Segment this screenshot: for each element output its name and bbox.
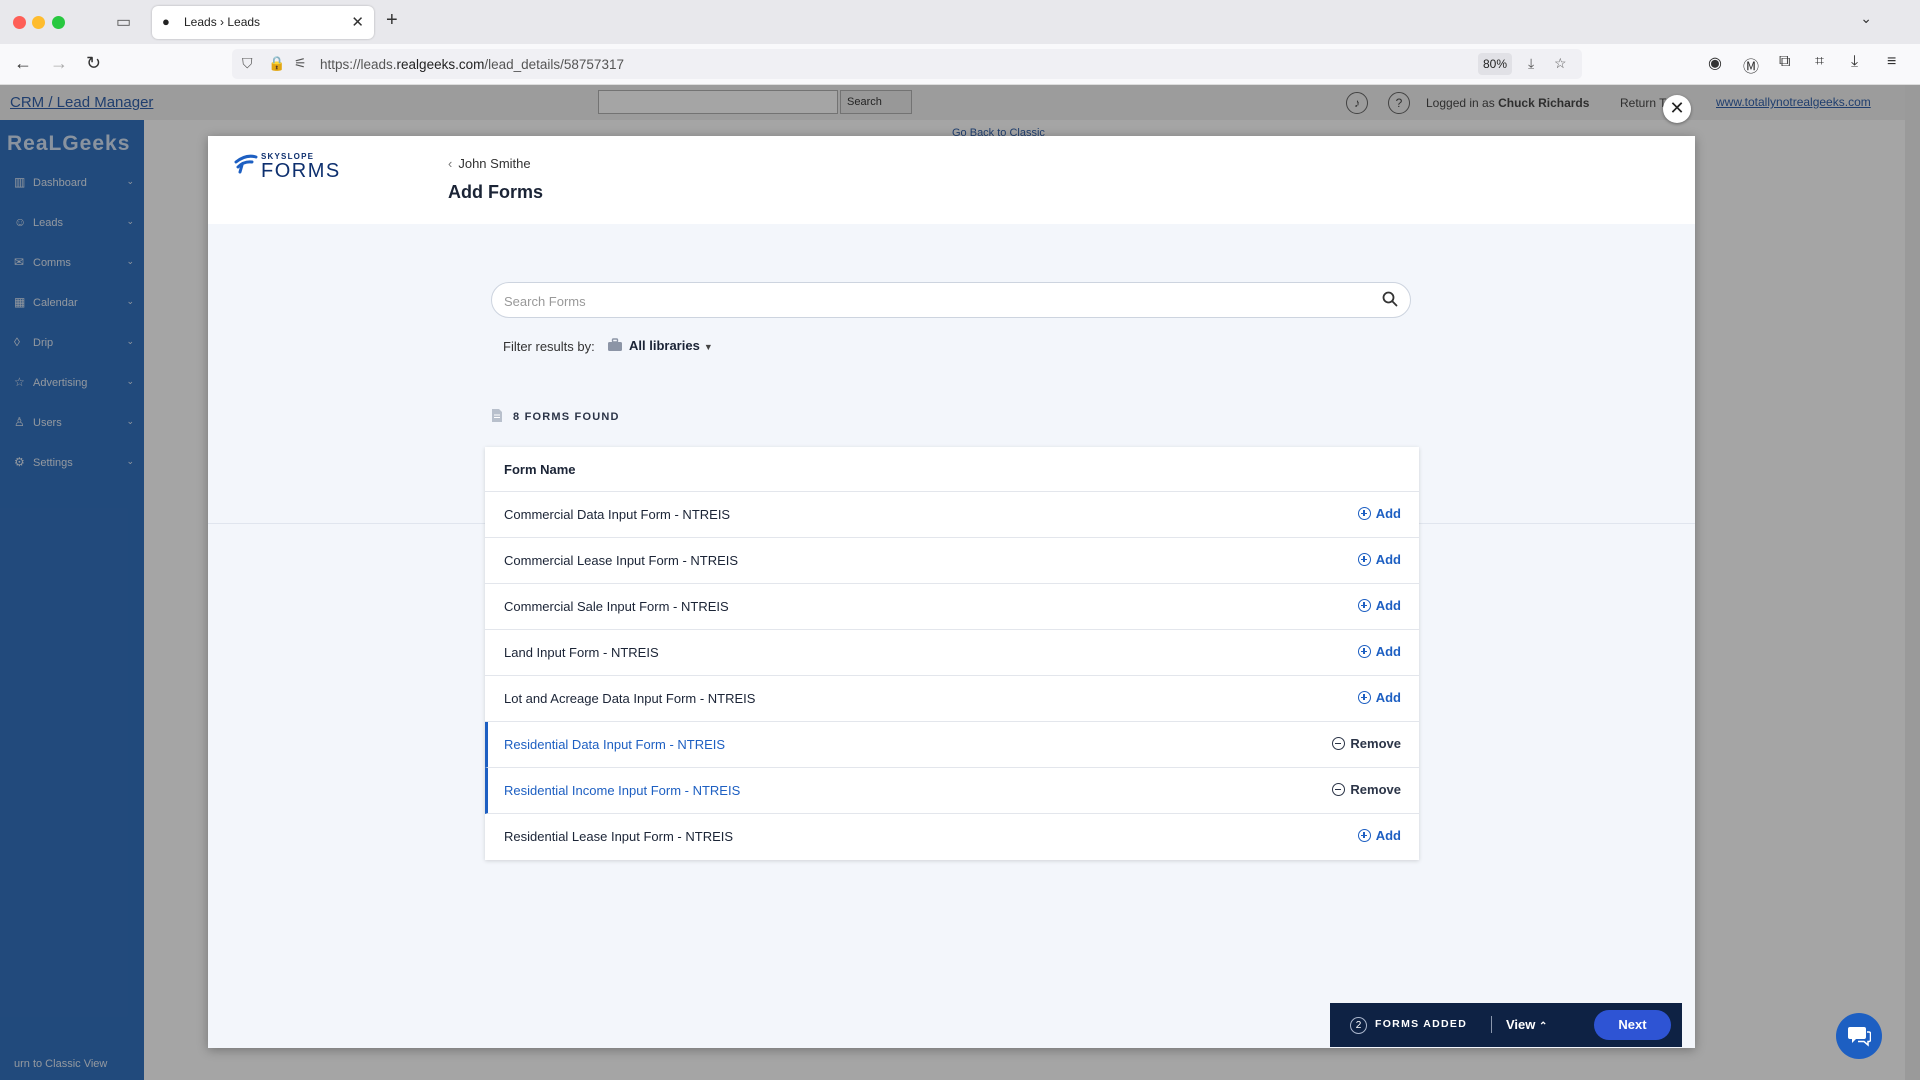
account-icon[interactable]: Ⓜ bbox=[1743, 53, 1759, 77]
add-form-button[interactable]: Add bbox=[1357, 644, 1401, 659]
remove-form-button[interactable]: Remove bbox=[1332, 736, 1401, 751]
bookmark-star-icon[interactable]: ☆ bbox=[1554, 55, 1567, 72]
zoom-level[interactable]: 80% bbox=[1478, 53, 1512, 75]
pocket-icon[interactable]: ⤓ bbox=[1528, 55, 1534, 72]
add-forms-modal: SKYSLOPE FORMS ‹John Smithe Add Forms Fi… bbox=[208, 136, 1695, 1048]
table-header: Form Name bbox=[485, 447, 1419, 492]
form-name: Commercial Sale Input Form - NTREIS bbox=[504, 599, 729, 614]
table-row: Commercial Sale Input Form - NTREIS Add bbox=[485, 584, 1419, 630]
table-row: Lot and Acreage Data Input Form - NTREIS… bbox=[485, 676, 1419, 722]
add-form-button[interactable]: Add bbox=[1357, 552, 1401, 567]
maximize-window-button[interactable] bbox=[52, 16, 65, 29]
add-form-button[interactable]: Add bbox=[1357, 598, 1401, 613]
permissions-icon[interactable]: ⚟ bbox=[294, 55, 307, 72]
caret-down-icon: ▼ bbox=[703, 342, 713, 352]
plus-circle-icon bbox=[1357, 507, 1371, 520]
close-modal-icon[interactable]: ✕ bbox=[1663, 95, 1691, 123]
add-form-button[interactable]: Add bbox=[1357, 690, 1401, 705]
table-row: Residential Income Input Form - NTREIS Re… bbox=[485, 768, 1419, 814]
tab-manager-icon[interactable]: ▭ bbox=[116, 12, 136, 32]
document-icon bbox=[492, 409, 502, 422]
close-tab-icon[interactable]: ✕ bbox=[351, 13, 364, 31]
divider bbox=[1491, 1016, 1492, 1033]
column-header-form-name: Form Name bbox=[504, 462, 576, 477]
table-row: Residential Data Input Form - NTREIS Remo… bbox=[485, 722, 1419, 768]
address-bar[interactable]: ⛉ 🔒 ⚟ https://leads.realgeeks.com/lead_d… bbox=[232, 49, 1582, 79]
filter-label: Filter results by: bbox=[503, 339, 595, 354]
browser-tab-bar: ▭ ● Leads › Leads ✕ + ⌄ bbox=[0, 0, 1920, 44]
found-label: 8 FORMS FOUND bbox=[513, 411, 620, 423]
forms-added-bar: 2 FORMS ADDED View ⌃ Next bbox=[1330, 1003, 1682, 1047]
page-title: Add Forms bbox=[448, 182, 544, 202]
minus-circle-icon bbox=[1332, 737, 1346, 750]
forms-added-label: FORMS ADDED bbox=[1375, 1018, 1468, 1030]
form-name: Land Input Form - NTREIS bbox=[504, 645, 659, 660]
minimize-window-button[interactable] bbox=[32, 16, 45, 29]
tab-list-chevron-icon[interactable]: ⌄ bbox=[1860, 10, 1872, 27]
lock-icon[interactable]: 🔒 bbox=[268, 55, 285, 72]
plus-circle-icon bbox=[1357, 645, 1371, 658]
briefcase-icon bbox=[608, 338, 622, 351]
forward-arrow-icon[interactable]: → bbox=[50, 53, 68, 74]
browser-nav-bar: ← → ↻ ⛉ 🔒 ⚟ https://leads.realgeeks.com/… bbox=[0, 44, 1920, 85]
forms-found-count: 8 FORMS FOUND bbox=[491, 408, 620, 423]
crop-icon[interactable]: ⌗ bbox=[1815, 53, 1824, 71]
chevron-up-icon: ⌃ bbox=[1539, 1021, 1548, 1032]
forms-added-count: 2 bbox=[1350, 1017, 1367, 1034]
shield-icon[interactable]: ⛉ bbox=[242, 55, 253, 72]
tab-title: Leads › Leads bbox=[184, 15, 261, 29]
chat-widget-button[interactable] bbox=[1836, 1013, 1882, 1059]
table-row: Commercial Data Input Form - NTREIS Add bbox=[485, 492, 1419, 538]
table-row: Land Input Form - NTREIS Add bbox=[485, 630, 1419, 676]
browser-tab[interactable]: ● Leads › Leads ✕ bbox=[152, 6, 374, 39]
chat-bubble-icon bbox=[1848, 1027, 1871, 1047]
download-icon[interactable]: ⤓ bbox=[1851, 53, 1858, 71]
next-button[interactable]: Next bbox=[1594, 1010, 1671, 1040]
form-name[interactable]: Residential Income Input Form - NTREIS bbox=[504, 783, 740, 798]
search-forms-input[interactable] bbox=[504, 291, 1364, 311]
modal-header: SKYSLOPE FORMS ‹ John Smithe Add Forms bbox=[208, 136, 1695, 224]
filter-value: All libraries bbox=[629, 338, 700, 353]
table-row: Residential Lease Input Form - NTREIS Add bbox=[485, 814, 1419, 860]
chevron-left-icon: ‹ bbox=[448, 156, 453, 171]
close-window-button[interactable] bbox=[13, 16, 26, 29]
plus-circle-icon bbox=[1357, 829, 1371, 842]
add-form-button[interactable]: Add bbox=[1357, 828, 1401, 843]
minus-circle-icon bbox=[1332, 783, 1346, 796]
reload-icon[interactable]: ↻ bbox=[86, 53, 101, 74]
new-tab-button[interactable]: + bbox=[386, 9, 398, 32]
plus-circle-icon bbox=[1357, 691, 1371, 704]
back-link[interactable]: ‹ John Smithe bbox=[448, 156, 531, 171]
menu-icon[interactable]: ≡ bbox=[1887, 53, 1896, 71]
forms-table: Form Name Commercial Data Input Form - N… bbox=[485, 447, 1419, 860]
favicon-icon: ● bbox=[162, 14, 170, 29]
remove-form-button[interactable]: Remove bbox=[1332, 782, 1401, 797]
brand-large-text: FORMS bbox=[261, 160, 341, 182]
extensions-icon[interactable]: ⧉ bbox=[1779, 53, 1790, 71]
back-label: John Smithe bbox=[458, 156, 531, 171]
skyslope-swoosh-icon bbox=[234, 154, 258, 174]
form-name: Commercial Data Input Form - NTREIS bbox=[504, 507, 731, 522]
form-name: Lot and Acreage Data Input Form - NTREIS bbox=[504, 691, 756, 706]
add-form-button[interactable]: Add bbox=[1357, 506, 1401, 521]
plus-circle-icon bbox=[1357, 553, 1371, 566]
plus-circle-icon bbox=[1357, 599, 1371, 612]
search-forms-box[interactable] bbox=[491, 282, 1411, 318]
back-arrow-icon[interactable]: ← bbox=[14, 53, 32, 74]
form-name: Residential Lease Input Form - NTREIS bbox=[504, 829, 734, 844]
url-text[interactable]: https://leads.realgeeks.com/lead_details… bbox=[320, 57, 624, 72]
form-name[interactable]: Residential Data Input Form - NTREIS bbox=[504, 737, 725, 752]
library-filter-dropdown[interactable]: All libraries ▼ bbox=[607, 338, 713, 353]
view-toggle-button[interactable]: View ⌃ bbox=[1506, 1017, 1547, 1032]
search-icon[interactable] bbox=[1382, 291, 1398, 307]
form-name: Commercial Lease Input Form - NTREIS bbox=[504, 553, 739, 568]
table-row: Commercial Lease Input Form - NTREIS Add bbox=[485, 538, 1419, 584]
password-manager-icon[interactable]: ◉ bbox=[1708, 53, 1722, 73]
